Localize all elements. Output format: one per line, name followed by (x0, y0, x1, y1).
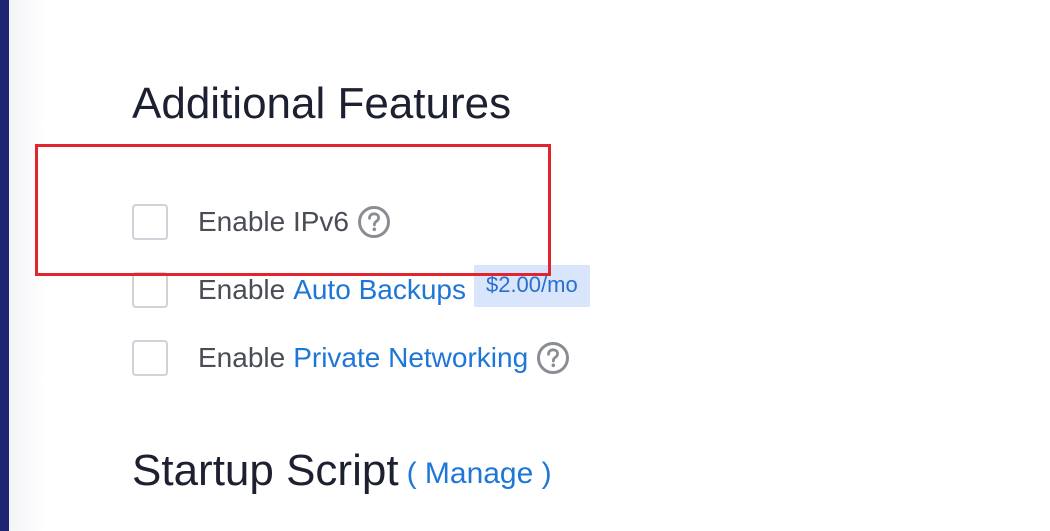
manage-link[interactable]: ( Manage ) (407, 457, 552, 490)
enable-ipv6-row: Enable IPv6 (132, 202, 391, 242)
enable-private-networking-checkbox[interactable] (132, 340, 168, 376)
private-networking-link[interactable]: Private Networking (293, 342, 528, 374)
additional-features-title: Additional Features (132, 79, 512, 128)
enable-private-networking-label[interactable]: Enable (198, 342, 285, 374)
startup-script-title: Startup Script( Manage ) (132, 449, 552, 493)
page: Additional Features Enable IPv6 Enable A… (0, 0, 1050, 531)
startup-script-title-text: Startup Script (132, 446, 399, 495)
sidebar-shadow (9, 0, 45, 531)
auto-backups-price-badge: $2.00/mo (473, 265, 590, 307)
question-circle-icon[interactable] (536, 341, 570, 375)
question-circle-icon[interactable] (357, 205, 391, 239)
auto-backups-link[interactable]: Auto Backups (293, 274, 466, 306)
enable-private-networking-row: Enable Private Networking (132, 338, 570, 378)
enable-auto-backups-row: Enable Auto Backups $2.00/mo (132, 265, 590, 310)
enable-ipv6-checkbox[interactable] (132, 204, 168, 240)
enable-auto-backups-checkbox[interactable] (132, 272, 168, 308)
enable-auto-backups-label[interactable]: Enable (198, 274, 285, 306)
enable-ipv6-label[interactable]: Enable IPv6 (198, 206, 349, 238)
sidebar-edge (0, 0, 9, 531)
